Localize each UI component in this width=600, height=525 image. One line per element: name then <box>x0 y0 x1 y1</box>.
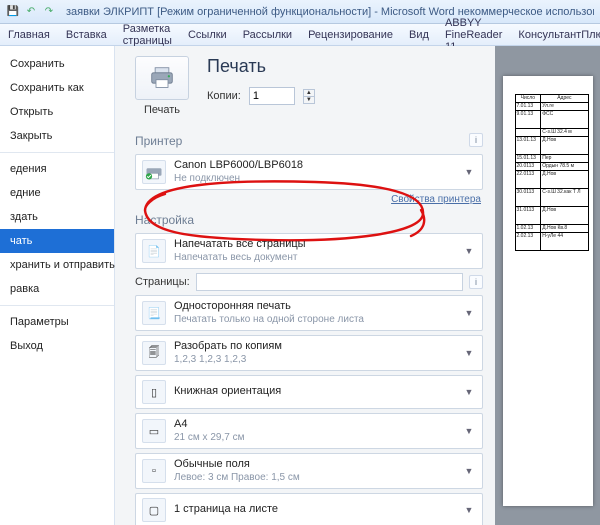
collate-icon: 🗐 <box>142 341 166 365</box>
print-heading: Печать <box>207 56 315 77</box>
pages-input[interactable] <box>196 273 463 291</box>
tab-insert[interactable]: Вставка <box>58 24 115 46</box>
menu-save-as[interactable]: Сохранить как <box>0 76 114 100</box>
copies-input[interactable] <box>249 87 295 105</box>
menu-share[interactable]: хранить и отправить <box>0 253 114 277</box>
tab-abbyy[interactable]: ABBYY FineReader 11 <box>437 24 510 46</box>
menu-save[interactable]: Сохранить <box>0 52 114 76</box>
pages-per-sheet-dropdown[interactable]: ▢ 1 страница на листе ▼ <box>136 494 482 525</box>
quick-access: 💾 ↶ ↷ <box>6 5 56 19</box>
preview-page: ЧислоАдрес 7.01.13Ул.ге 9.01.13ФСС С-з.Ш… <box>503 76 593 506</box>
tab-view[interactable]: Вид <box>401 24 437 46</box>
tab-mailings[interactable]: Рассылки <box>235 24 300 46</box>
per-sheet-icon: ▢ <box>142 498 166 522</box>
portrait-icon: ▯ <box>142 380 166 404</box>
one-side-icon: 📃 <box>142 301 166 325</box>
settings-section-label: Настройка <box>135 213 483 227</box>
chevron-down-icon: ▼ <box>462 167 476 177</box>
menu-help[interactable]: равка <box>0 277 114 301</box>
printer-properties-link[interactable]: Свойства принтера <box>135 194 481 205</box>
preview-table: ЧислоАдрес 7.01.13Ул.ге 9.01.13ФСС С-з.Ш… <box>515 94 589 251</box>
print-panel: Печать Печать Копии: ▲ ▼ Принтер i <box>115 46 495 525</box>
title-bar: 💾 ↶ ↷ заявки ЭЛКРИПТ [Режим ограниченной… <box>0 0 600 24</box>
print-button[interactable]: Печать <box>135 56 189 116</box>
tab-consultant[interactable]: КонсультантПлюс <box>510 24 600 46</box>
printer-small-icon <box>142 160 166 184</box>
printer-name: Canon LBP6000/LBP6018 <box>174 159 462 172</box>
pages-label: Страницы: <box>135 276 190 288</box>
chevron-down-icon: ▼ <box>462 308 476 318</box>
chevron-down-icon: ▼ <box>462 348 476 358</box>
menu-options[interactable]: Параметры <box>0 310 114 334</box>
tab-layout[interactable]: Разметка страницы <box>115 24 180 46</box>
copies-label: Копии: <box>207 90 241 102</box>
menu-open[interactable]: Открыть <box>0 100 114 124</box>
menu-close[interactable]: Закрыть <box>0 124 114 148</box>
chevron-down-icon: ▼ <box>462 246 476 256</box>
undo-icon[interactable]: ↶ <box>24 5 38 19</box>
info-icon[interactable]: i <box>469 133 483 147</box>
copies-up[interactable]: ▲ <box>304 90 314 97</box>
margins-dropdown[interactable]: ▫ Обычные поля Левое: 3 см Правое: 1,5 с… <box>136 454 482 488</box>
tab-references[interactable]: Ссылки <box>180 24 235 46</box>
menu-new[interactable]: здать <box>0 205 114 229</box>
info-icon[interactable]: i <box>469 275 483 289</box>
print-preview: ЧислоАдрес 7.01.13Ул.ге 9.01.13ФСС С-з.Ш… <box>495 46 600 525</box>
printer-dropdown[interactable]: Canon LBP6000/LBP6018 Не подключен ▼ <box>136 155 482 189</box>
paper-icon: ▭ <box>142 419 166 443</box>
menu-recent[interactable]: едние <box>0 181 114 205</box>
chevron-down-icon: ▼ <box>462 505 476 515</box>
ribbon-tabs: Главная Вставка Разметка страницы Ссылки… <box>0 24 600 46</box>
chevron-down-icon: ▼ <box>462 466 476 476</box>
orientation-dropdown[interactable]: ▯ Книжная ориентация ▼ <box>136 376 482 408</box>
redo-icon[interactable]: ↷ <box>42 5 56 19</box>
sides-dropdown[interactable]: 📃 Односторонняя печать Печатать только н… <box>136 296 482 330</box>
backstage-menu: Сохранить Сохранить как Открыть Закрыть … <box>0 46 115 525</box>
window-title: заявки ЭЛКРИПТ [Режим ограниченной функц… <box>66 6 594 18</box>
chevron-down-icon: ▼ <box>462 387 476 397</box>
menu-print[interactable]: чать <box>0 229 114 253</box>
tab-review[interactable]: Рецензирование <box>300 24 401 46</box>
collate-dropdown[interactable]: 🗐 Разобрать по копиям 1,2,3 1,2,3 1,2,3 … <box>136 336 482 370</box>
page-all-icon: 📄 <box>142 239 166 263</box>
menu-exit[interactable]: Выход <box>0 334 114 358</box>
print-range-dropdown[interactable]: 📄 Напечатать все страницы Напечатать вес… <box>136 234 482 268</box>
paper-size-dropdown[interactable]: ▭ A4 21 см x 29,7 см ▼ <box>136 414 482 448</box>
copies-down[interactable]: ▼ <box>304 97 314 103</box>
printer-section-label: Принтер <box>135 134 182 148</box>
printer-status: Не подключен <box>174 173 462 185</box>
tab-home[interactable]: Главная <box>0 24 58 46</box>
chevron-down-icon: ▼ <box>462 426 476 436</box>
printer-icon <box>148 66 176 90</box>
margins-icon: ▫ <box>142 459 166 483</box>
print-button-label: Печать <box>135 104 189 116</box>
save-icon[interactable]: 💾 <box>6 5 20 19</box>
menu-info[interactable]: едения <box>0 157 114 181</box>
